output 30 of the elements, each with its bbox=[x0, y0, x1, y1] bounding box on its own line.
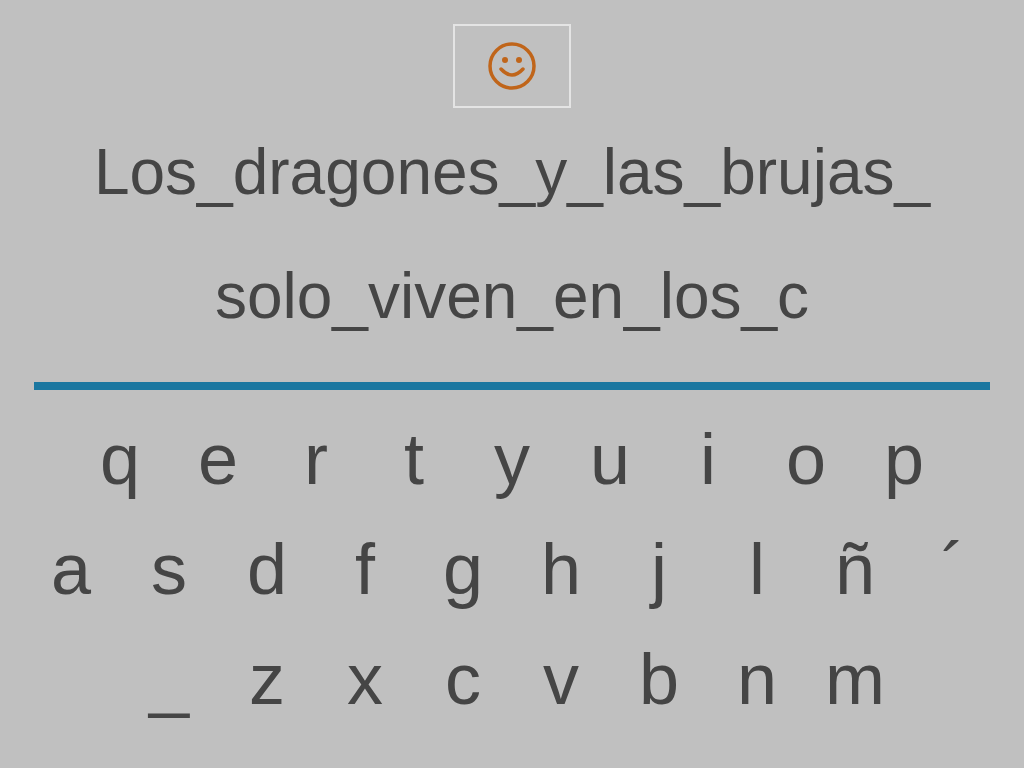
letter-key[interactable]: r bbox=[268, 411, 364, 507]
letter-key[interactable]: q bbox=[72, 411, 168, 507]
letter-key[interactable]: c bbox=[415, 631, 511, 727]
letter-key[interactable]: v bbox=[513, 631, 609, 727]
letter-key[interactable]: d bbox=[219, 521, 315, 617]
letter-key[interactable]: g bbox=[415, 521, 511, 617]
letter-key[interactable]: ñ bbox=[807, 521, 903, 617]
letter-key[interactable]: e bbox=[170, 411, 266, 507]
letter-key[interactable]: a bbox=[23, 521, 119, 617]
letter-key[interactable]: l bbox=[709, 521, 805, 617]
letter-key[interactable]: b bbox=[611, 631, 707, 727]
letter-key[interactable]: u bbox=[562, 411, 658, 507]
letter-key[interactable]: ´ bbox=[905, 521, 1001, 617]
sentence-line: solo_viven_en_los_c bbox=[214, 259, 810, 334]
letter-key[interactable]: z bbox=[219, 631, 315, 727]
letter-key[interactable]: i bbox=[660, 411, 756, 507]
letter-key[interactable]: f bbox=[317, 521, 413, 617]
letter-key[interactable]: t bbox=[366, 411, 462, 507]
letter-key[interactable]: o bbox=[758, 411, 854, 507]
letter-key[interactable]: s bbox=[121, 521, 217, 617]
letter-key[interactable]: n bbox=[709, 631, 805, 727]
letter-key[interactable]: h bbox=[513, 521, 609, 617]
smiley-icon bbox=[487, 41, 537, 91]
letter-key[interactable]: x bbox=[317, 631, 413, 727]
letter-key[interactable]: p bbox=[856, 411, 952, 507]
letter-key[interactable]: y bbox=[464, 411, 560, 507]
letter-key[interactable]: m bbox=[807, 631, 903, 727]
sentence-line: Los_dragones_y_las_brujas_ bbox=[93, 135, 931, 210]
letter-key[interactable]: _ bbox=[121, 631, 217, 727]
letter-key[interactable]: j bbox=[611, 521, 707, 617]
